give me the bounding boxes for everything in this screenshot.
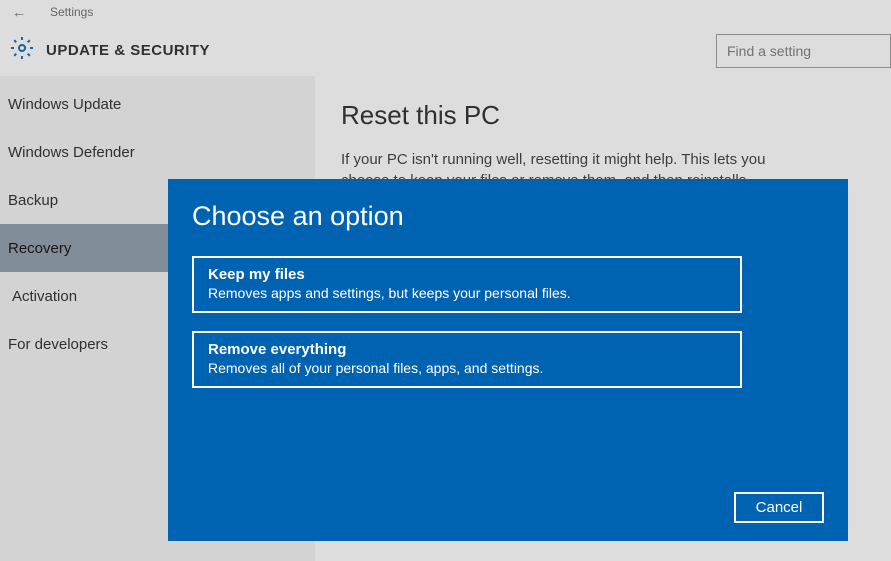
option-title: Remove everything [208, 341, 726, 358]
sidebar-item-label: Recovery [8, 240, 71, 257]
option-title: Keep my files [208, 266, 726, 283]
sidebar-item-windows-update[interactable]: Windows Update [0, 80, 315, 128]
cancel-button[interactable]: Cancel [734, 492, 824, 523]
page-title: UPDATE & SECURITY [46, 42, 210, 59]
sidebar-item-label: Activation [12, 288, 77, 305]
search-input[interactable]: Find a setting [716, 34, 891, 68]
sidebar-item-label: Windows Update [8, 96, 121, 113]
sidebar-item-label: Windows Defender [8, 144, 135, 161]
sidebar-item-label: Backup [8, 192, 58, 209]
header: UPDATE & SECURITY Find a setting [0, 24, 891, 76]
option-keep-my-files[interactable]: Keep my files Removes apps and settings,… [192, 256, 742, 313]
sidebar-item-label: For developers [8, 336, 108, 353]
content-title: Reset this PC [341, 100, 865, 131]
back-arrow-icon[interactable]: ← [12, 4, 26, 20]
app-title: Settings [50, 5, 93, 19]
search-placeholder: Find a setting [727, 43, 811, 59]
gear-icon [10, 36, 34, 65]
option-desc: Removes apps and settings, but keeps you… [208, 285, 726, 301]
option-desc: Removes all of your personal files, apps… [208, 360, 726, 376]
titlebar: ← Settings [0, 0, 891, 24]
modal-footer: Cancel [192, 492, 824, 523]
cancel-button-label: Cancel [756, 499, 803, 516]
modal-title: Choose an option [192, 201, 824, 232]
sidebar-item-windows-defender[interactable]: Windows Defender [0, 128, 315, 176]
modal-choose-option: Choose an option Keep my files Removes a… [168, 179, 848, 541]
option-remove-everything[interactable]: Remove everything Removes all of your pe… [192, 331, 742, 388]
